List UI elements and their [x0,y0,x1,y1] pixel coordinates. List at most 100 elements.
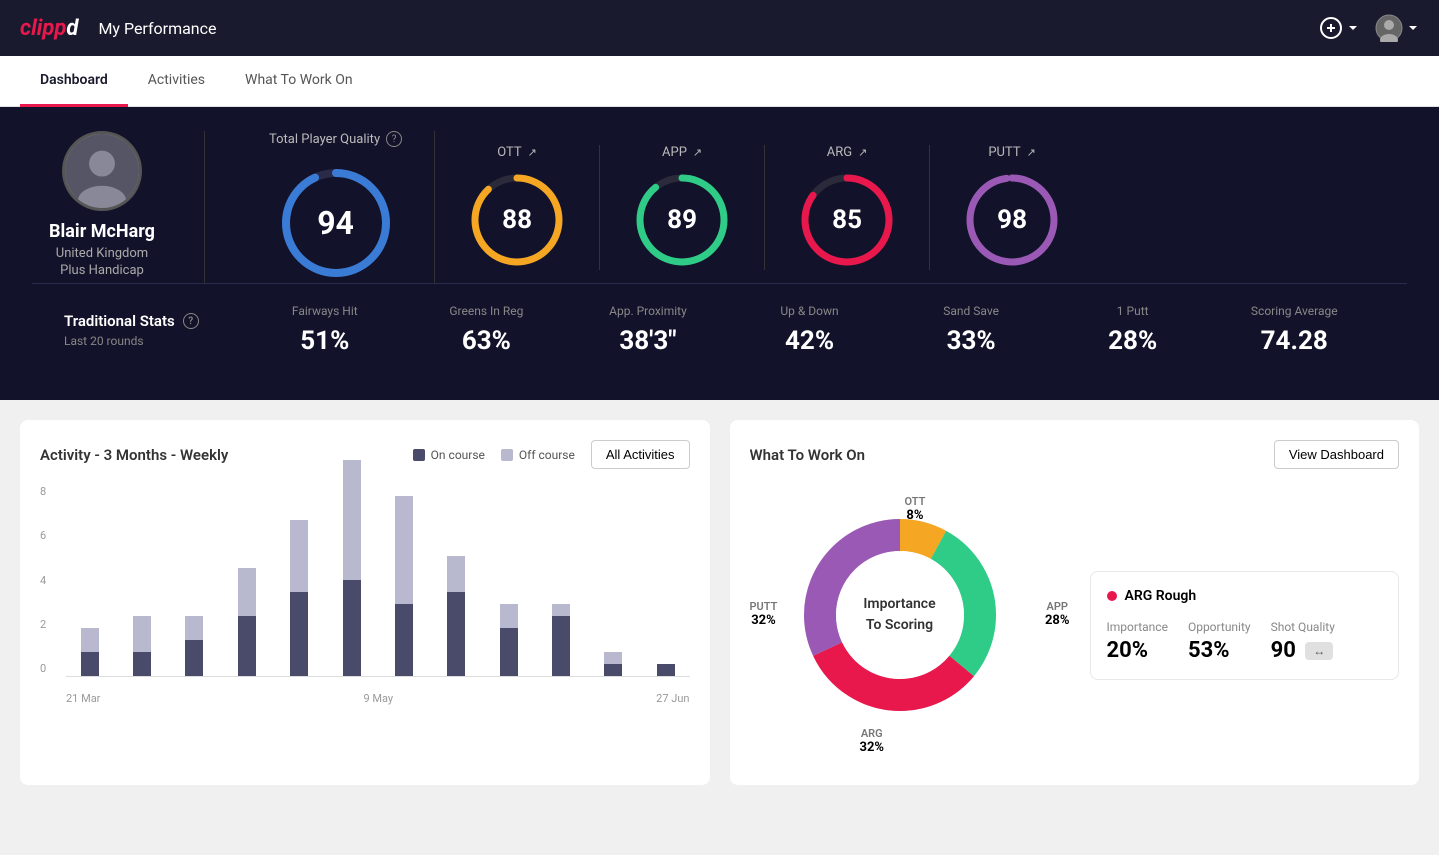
stat-oneputt: 1 Putt 28% [1052,304,1214,356]
bar-off-1 [81,628,99,652]
hero-section: Blair McHarg United Kingdom Plus Handica… [0,107,1439,400]
bar-group-1 [66,628,113,676]
bar-on-9 [500,628,518,676]
nav-right [1319,14,1419,42]
info-dot [1107,591,1117,601]
bar-off-9 [500,604,518,628]
profile-section: Blair McHarg United Kingdom Plus Handica… [32,131,172,278]
bar-off-10 [552,604,570,616]
bar-group-7 [380,496,427,676]
bar-off-11 [604,652,622,664]
stat-proximity: App. Proximity 38'3" [567,304,729,356]
bar-group-4 [223,568,270,676]
chart-title: Activity - 3 Months - Weekly [40,446,228,464]
bar-on-6 [343,580,361,676]
shot-quality-badge: ↔ [1305,642,1333,660]
bar-group-3 [171,616,218,676]
avatar [62,131,142,211]
nav-title: My Performance [98,19,216,38]
activity-panel: Activity - 3 Months - Weekly On course O… [20,420,710,785]
bar-on-3 [185,640,203,676]
tpq-help-icon[interactable]: ? [386,131,402,147]
off-course-dot [501,449,513,461]
bar-off-3 [185,616,203,640]
donut-center: Importance To Scoring [790,505,1010,725]
stats-row: Traditional Stats ? Last 20 rounds Fairw… [32,283,1407,376]
bar-off-5 [290,520,308,592]
putt-score: 98 [997,205,1027,235]
stat-updown: Up & Down 42% [729,304,891,356]
ott-score: 88 [502,205,532,235]
arg-card: ARG ↗ 85 [765,145,930,270]
bar-group-11 [590,652,637,676]
y-label-8: 8 [40,485,46,498]
bar-on-12 [657,664,675,676]
player-name: Blair McHarg [49,221,155,242]
bar-group-5 [276,520,323,676]
arg-gauge: 85 [797,170,897,270]
wtwo-title: What To Work On [750,446,866,464]
view-dashboard-button[interactable]: View Dashboard [1274,440,1399,469]
stats-label: Traditional Stats ? [64,312,244,330]
putt-card: PUTT ↗ 98 [930,145,1094,270]
tab-dashboard[interactable]: Dashboard [20,56,128,107]
tab-what-to-work-on[interactable]: What To Work On [225,56,373,107]
info-stats: Importance 20% Opportunity 53% Shot Qual… [1107,620,1383,663]
putt-label: PUTT ↗ [988,145,1035,160]
total-quality-card: Total Player Quality ? 94 [237,131,435,283]
on-course-dot [413,449,425,461]
ott-segment-label: OTT 8% [905,495,926,523]
app-segment-label: APP 28% [1045,600,1070,628]
total-quality-label: Total Player Quality ? [269,131,402,147]
bar-on-11 [604,664,622,676]
y-label-2: 2 [40,618,46,631]
info-section: ARG Rough Importance 20% Opportunity 53%… [1090,485,1400,765]
player-handicap: Plus Handicap [60,263,144,278]
bar-on-2 [133,652,151,676]
profile-button[interactable] [1375,14,1419,42]
x-label-may: 9 May [363,692,393,705]
chart-legend: On course Off course [413,448,575,462]
stats-sublabel: Last 20 rounds [64,334,244,348]
tab-bar: Dashboard Activities What To Work On [0,56,1439,107]
stat-scoring: Scoring Average 74.28 [1213,304,1375,356]
stats-label-section: Traditional Stats ? Last 20 rounds [64,312,244,348]
total-gauge: 94 [276,163,396,283]
info-card-header: ARG Rough [1107,588,1383,604]
bar-group-12 [642,664,689,676]
bar-group-2 [118,616,165,676]
player-country: United Kingdom [56,246,148,261]
bar-off-8 [447,556,465,592]
putt-segment-label: PUTT 32% [750,600,778,628]
arg-segment-label: ARG 32% [860,727,885,755]
bar-group-10 [537,604,584,676]
arg-score: 85 [832,205,862,235]
stat-sandsave: Sand Save 33% [890,304,1052,356]
stat-importance: Importance 20% [1107,620,1168,663]
add-button[interactable] [1319,16,1359,40]
bar-on-1 [81,652,99,676]
app-score: 89 [667,205,697,235]
bar-off-7 [395,496,413,604]
stat-shot-quality: Shot Quality 90 ↔ [1271,620,1335,663]
donut-section: Importance To Scoring OTT 8% APP 28% ARG… [750,485,1070,765]
app-card: APP ↗ 89 [600,145,765,270]
info-card: ARG Rough Importance 20% Opportunity 53%… [1090,571,1400,680]
stats-help-icon[interactable]: ? [183,313,199,329]
chart-area: 8 6 4 2 0 [40,485,690,705]
all-activities-button[interactable]: All Activities [591,440,690,469]
wtwo-header: What To Work On View Dashboard [750,440,1400,469]
app-gauge: 89 [632,170,732,270]
y-label-6: 6 [40,529,46,542]
top-nav: clippd My Performance [0,0,1439,56]
info-card-title: ARG Rough [1125,588,1197,604]
stat-gir: Greens In Reg 63% [406,304,568,356]
bar-off-4 [238,568,256,616]
total-score: 94 [317,204,354,242]
tab-activities[interactable]: Activities [128,56,225,107]
y-label-4: 4 [40,574,46,587]
bar-on-10 [552,616,570,676]
bar-off-2 [133,616,151,652]
legend-on-course: On course [413,448,485,462]
ott-card: OTT ↗ 88 [435,145,600,270]
